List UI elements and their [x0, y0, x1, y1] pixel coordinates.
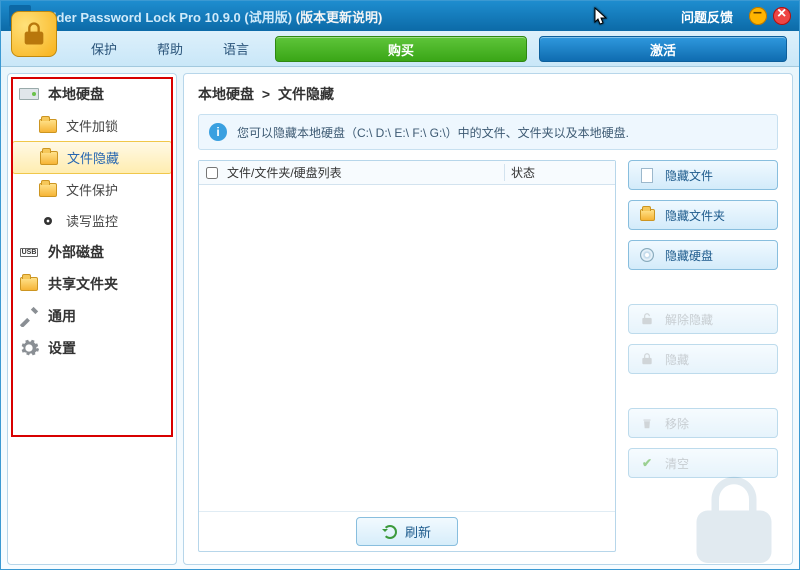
shared-folder-icon — [18, 275, 40, 293]
sidebar-cat-settings[interactable]: 设置 — [12, 332, 172, 364]
folder-icon — [38, 118, 58, 134]
action-column: 隐藏文件 隐藏文件夹 隐藏硬盘 解除隐藏 — [628, 160, 778, 552]
unhide-button[interactable]: 解除隐藏 — [628, 304, 778, 334]
breadcrumb: 本地硬盘 > 文件隐藏 — [184, 74, 792, 114]
hide-disk-button[interactable]: 隐藏硬盘 — [628, 240, 778, 270]
col-name[interactable]: 文件/文件夹/硬盘列表 — [225, 164, 505, 181]
title-bar: Folder Password Lock Pro 10.9.0 (试用版) (版… — [1, 1, 799, 31]
app-title: Folder Password Lock Pro 10.9.0 (试用版) (版… — [37, 7, 382, 26]
close-button[interactable] — [773, 7, 791, 25]
menu-protect[interactable]: 保护 — [71, 31, 137, 66]
usb-icon: USB — [18, 243, 40, 261]
sidebar-item-file-protect[interactable]: 文件保护 — [12, 174, 172, 205]
sidebar-cat-external[interactable]: USB 外部磁盘 — [12, 236, 172, 268]
wrench-icon — [18, 307, 40, 325]
activate-button[interactable]: 激活 — [539, 36, 787, 62]
minimize-button[interactable] — [749, 7, 767, 25]
refresh-icon — [383, 525, 397, 539]
sidebar-item-file-hide[interactable]: 文件隐藏 — [12, 141, 172, 174]
buy-button[interactable]: 购买 — [275, 36, 527, 62]
feedback-link[interactable]: 问题反馈 — [681, 7, 733, 26]
hint-bar: i 您可以隐藏本地硬盘（C:\ D:\ E:\ F:\ G:\）中的文件、文件夹… — [198, 114, 778, 150]
clear-button[interactable]: ✔ 清空 — [628, 448, 778, 478]
remove-icon — [639, 415, 655, 431]
menu-language[interactable]: 语言 — [203, 31, 269, 66]
main-panel: 本地硬盘 > 文件隐藏 i 您可以隐藏本地硬盘（C:\ D:\ E:\ F:\ … — [183, 73, 793, 565]
sidebar-item-label: 读写监控 — [66, 211, 118, 230]
sidebar-item-rw-monitor[interactable]: 读写监控 — [12, 205, 172, 236]
hide-file-button[interactable]: 隐藏文件 — [628, 160, 778, 190]
monitor-icon — [38, 213, 58, 229]
hide-button[interactable]: 隐藏 — [628, 344, 778, 374]
list-header: 文件/文件夹/硬盘列表 状态 — [199, 161, 615, 185]
check-icon: ✔ — [639, 455, 655, 471]
disk-icon — [18, 85, 40, 103]
sidebar-item-label: 文件隐藏 — [67, 148, 119, 167]
lock-logo-icon — [11, 11, 57, 57]
sidebar-cat-label: 外部磁盘 — [48, 242, 104, 262]
sidebar: 本地硬盘 文件加锁 文件隐藏 文件保护 读写监控 USB — [7, 73, 177, 565]
cd-icon — [639, 247, 655, 263]
col-status[interactable]: 状态 — [505, 164, 615, 181]
gear-icon — [18, 339, 40, 357]
logo-box — [1, 31, 61, 66]
info-icon: i — [209, 123, 227, 141]
hide-folder-button[interactable]: 隐藏文件夹 — [628, 200, 778, 230]
refresh-button[interactable]: 刷新 — [356, 517, 458, 546]
hint-text: 您可以隐藏本地硬盘（C:\ D:\ E:\ F:\ G:\）中的文件、文件夹以及… — [237, 124, 629, 141]
folder-icon — [39, 150, 59, 166]
sidebar-cat-label: 共享文件夹 — [48, 274, 118, 294]
menu-bar: 保护 帮助 语言 购买 激活 — [1, 31, 799, 67]
sidebar-cat-label: 通用 — [48, 306, 76, 326]
sidebar-cat-shared[interactable]: 共享文件夹 — [12, 268, 172, 300]
folder-icon — [639, 207, 655, 223]
app-window: Folder Password Lock Pro 10.9.0 (试用版) (版… — [0, 0, 800, 570]
sidebar-item-file-lock[interactable]: 文件加锁 — [12, 110, 172, 141]
file-list: 文件/文件夹/硬盘列表 状态 刷新 — [198, 160, 616, 552]
remove-button[interactable]: 移除 — [628, 408, 778, 438]
sidebar-cat-label: 本地硬盘 — [48, 84, 104, 104]
lock-icon — [639, 351, 655, 367]
select-all-checkbox[interactable] — [206, 167, 218, 179]
sidebar-cat-general[interactable]: 通用 — [12, 300, 172, 332]
sidebar-cat-label: 设置 — [48, 338, 76, 358]
unlock-icon — [639, 311, 655, 327]
sidebar-item-label: 文件保护 — [66, 180, 118, 199]
file-icon — [639, 167, 655, 183]
list-body — [199, 185, 615, 511]
sidebar-cat-local-disk[interactable]: 本地硬盘 — [12, 78, 172, 110]
sidebar-item-label: 文件加锁 — [66, 116, 118, 135]
folder-icon — [38, 182, 58, 198]
menu-help[interactable]: 帮助 — [137, 31, 203, 66]
